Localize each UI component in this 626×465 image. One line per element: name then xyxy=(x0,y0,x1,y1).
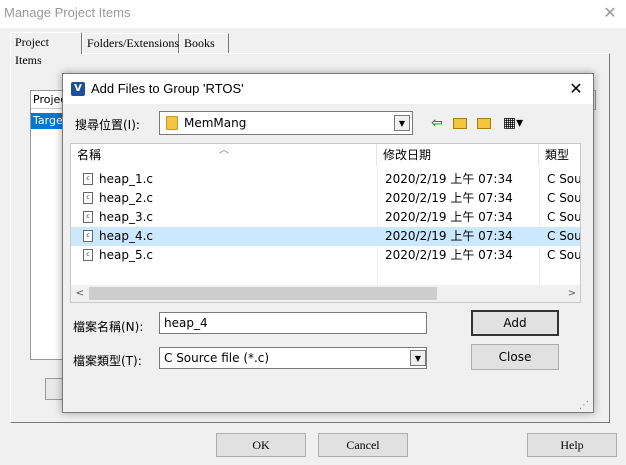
column-header-type[interactable]: 類型 xyxy=(539,144,580,166)
file-type: C Sour xyxy=(547,210,580,224)
file-icon: c xyxy=(83,173,93,185)
file-date: 2020/2/19 上午 07:34 xyxy=(385,172,513,186)
close-button[interactable]: Close xyxy=(471,344,559,370)
back-icon[interactable]: ⇦ xyxy=(429,114,445,132)
file-icon: c xyxy=(83,230,93,242)
file-icon: c xyxy=(83,211,93,223)
tab-folders-extensions[interactable]: Folders/Extensions xyxy=(82,33,179,53)
file-icon: c xyxy=(83,249,93,261)
view-menu-icon[interactable]: ▦▾ xyxy=(499,114,527,132)
filename-label: 檔案名稱(N): xyxy=(73,320,144,334)
file-type: C Sour xyxy=(547,191,580,205)
file-date: 2020/2/19 上午 07:34 xyxy=(385,191,513,205)
column-name-label: 名稱 xyxy=(77,148,102,162)
chevron-down-icon[interactable]: ▼ xyxy=(410,350,426,366)
size-grip-icon[interactable]: ⋰ xyxy=(579,400,591,412)
filetype-value: C Source file (*.c) xyxy=(164,351,270,365)
chevron-down-icon[interactable]: ▼ xyxy=(394,115,410,131)
column-header-date[interactable]: 修改日期 xyxy=(377,144,539,166)
up-folder-icon[interactable] xyxy=(451,114,469,132)
sort-arrow-icon: ︿ xyxy=(219,145,229,156)
tab-books[interactable]: Books xyxy=(179,33,229,53)
file-type: C Sour xyxy=(547,172,580,186)
list-header: 名稱 ︿ 修改日期 類型 xyxy=(71,144,580,166)
file-row-selected[interactable]: c heap_4.c 2020/2/19 上午 07:34 C Sour xyxy=(71,227,580,246)
bg-close-icon[interactable]: ✕ xyxy=(598,2,622,24)
file-date: 2020/2/19 上午 07:34 xyxy=(385,229,513,243)
folder-icon xyxy=(166,116,178,130)
add-button[interactable]: Add xyxy=(471,310,559,336)
look-in-label: 搜尋位置(I): xyxy=(75,118,140,132)
file-row[interactable]: c heap_2.c 2020/2/19 上午 07:34 C Sour xyxy=(71,189,580,208)
file-date: 2020/2/19 上午 07:34 xyxy=(385,248,513,262)
file-row[interactable]: c heap_5.c 2020/2/19 上午 07:34 C Sour xyxy=(71,246,580,265)
file-row[interactable]: c heap_3.c 2020/2/19 上午 07:34 C Sour xyxy=(71,208,580,227)
bg-titlebar: Manage Project Items ✕ xyxy=(0,0,626,28)
file-list[interactable]: 名稱 ︿ 修改日期 類型 c heap_1.c 2020/2/19 上午 07:… xyxy=(70,143,581,303)
column-header-name[interactable]: 名稱 ︿ xyxy=(71,144,377,166)
file-name: heap_4.c xyxy=(99,229,154,243)
scroll-thumb[interactable] xyxy=(89,287,437,300)
tab-project-items[interactable]: Project Items xyxy=(10,32,82,67)
filetype-label: 檔案類型(T): xyxy=(73,354,142,368)
look-in-value: MemMang xyxy=(184,116,247,130)
bg-window-title: Manage Project Items xyxy=(4,5,131,20)
filename-input[interactable] xyxy=(159,312,427,334)
horizontal-scrollbar[interactable]: < > xyxy=(71,285,580,302)
filetype-select[interactable]: C Source file (*.c) ▼ xyxy=(159,347,427,369)
file-type: C Sour xyxy=(547,248,580,262)
file-name: heap_2.c xyxy=(99,191,154,205)
dialog-titlebar: V Add Files to Group 'RTOS' ✕ xyxy=(63,74,593,104)
scroll-right-icon[interactable]: > xyxy=(565,285,579,302)
file-icon: c xyxy=(83,192,93,204)
new-folder-icon[interactable] xyxy=(475,114,493,132)
file-type: C Sour xyxy=(547,229,580,243)
add-files-dialog: V Add Files to Group 'RTOS' ✕ 搜尋位置(I): M… xyxy=(62,73,594,413)
file-row[interactable]: c heap_1.c 2020/2/19 上午 07:34 C Sour xyxy=(71,170,580,189)
file-name: heap_3.c xyxy=(99,210,154,224)
look-in-select[interactable]: MemMang ▼ xyxy=(159,111,413,135)
close-icon[interactable]: ✕ xyxy=(563,78,589,100)
cancel-button[interactable]: Cancel xyxy=(318,433,408,457)
help-button[interactable]: Help xyxy=(527,433,617,457)
file-name: heap_5.c xyxy=(99,248,154,262)
ok-button[interactable]: OK xyxy=(216,433,306,457)
file-date: 2020/2/19 上午 07:34 xyxy=(385,210,513,224)
dialog-title: Add Files to Group 'RTOS' xyxy=(91,81,244,96)
app-icon: V xyxy=(71,82,85,96)
file-name: heap_1.c xyxy=(99,172,154,186)
scroll-left-icon[interactable]: < xyxy=(73,285,87,302)
